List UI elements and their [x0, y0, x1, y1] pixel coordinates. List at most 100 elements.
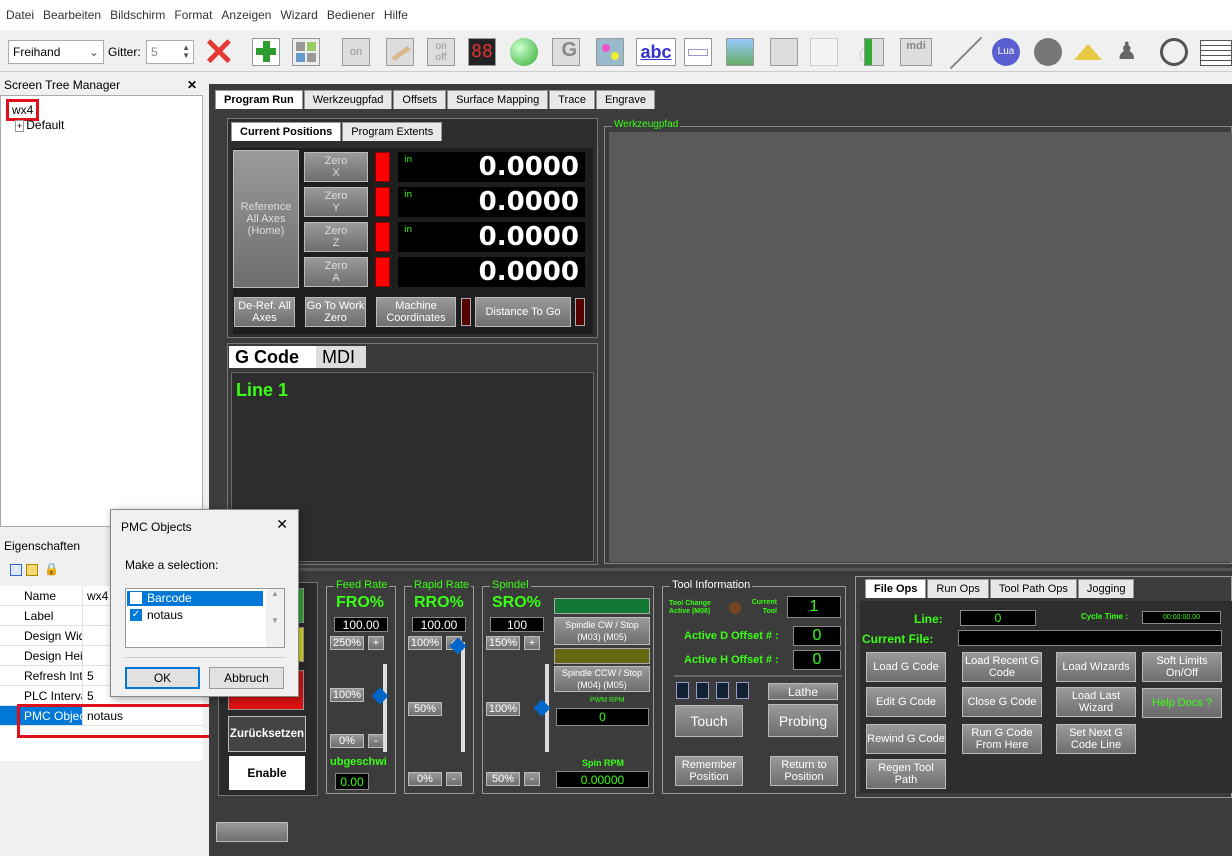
spindle-mid-button[interactable]: 100%: [486, 702, 520, 716]
tab-run-ops[interactable]: Run Ops: [927, 579, 989, 598]
textbox-icon[interactable]: [684, 38, 712, 66]
tab-file-ops[interactable]: File Ops: [865, 579, 927, 598]
lock-icon[interactable]: 🔒: [44, 562, 59, 576]
led-icon[interactable]: [510, 38, 538, 66]
menu-anzeigen[interactable]: Anzeigen: [221, 8, 271, 22]
pencil-icon[interactable]: [386, 38, 414, 66]
lathe-button[interactable]: Lathe: [768, 683, 838, 700]
deref-all-axes-button[interactable]: De-Ref. All Axes: [234, 297, 295, 327]
edit-icon[interactable]: [26, 564, 38, 576]
remember-position-button[interactable]: Remember Position: [675, 756, 743, 786]
close-icon[interactable]: ✕: [187, 78, 197, 92]
spindle-plus-button[interactable]: +: [524, 636, 540, 650]
menu-bediener[interactable]: Bediener: [327, 8, 375, 22]
checkbox-checked-icon[interactable]: ✓: [130, 609, 142, 621]
probing-button[interactable]: Probing: [768, 704, 838, 737]
list-item-notaus[interactable]: ✓ notaus: [127, 608, 263, 623]
zero-a-button[interactable]: Zero A: [304, 257, 368, 287]
tab-tool-path-ops[interactable]: Tool Path Ops: [989, 579, 1077, 598]
spindle-ccw-button[interactable]: Spindle CCW / Stop (M04) (M05): [554, 666, 650, 692]
zero-z-button[interactable]: Zero Z: [304, 222, 368, 252]
history-button[interactable]: [216, 822, 288, 842]
touch-button[interactable]: Touch: [675, 705, 743, 737]
tab-mdi[interactable]: MDI: [316, 346, 366, 368]
rapid-rate-slider-track[interactable]: [461, 642, 465, 752]
tab-program-extents[interactable]: Program Extents: [342, 122, 443, 141]
on-button-icon[interactable]: on: [342, 38, 370, 66]
ops-button-soft-limits-on-off[interactable]: Soft Limits On/Off: [1142, 652, 1222, 682]
ops-button-help-docs[interactable]: Help Docs ?: [1142, 688, 1222, 718]
user-icon[interactable]: ♟: [1116, 38, 1144, 66]
tab-program-run[interactable]: Program Run: [215, 90, 303, 109]
spindle-minus-button[interactable]: -: [524, 772, 540, 786]
tab-gcode[interactable]: G Code: [229, 346, 316, 368]
close-icon[interactable]: ✕: [276, 516, 288, 533]
mdi-icon[interactable]: mdi: [900, 38, 932, 66]
bitmap-button-icon[interactable]: [596, 38, 624, 66]
toolpath-view[interactable]: [609, 132, 1232, 562]
gauge-icon[interactable]: G: [552, 38, 580, 66]
ops-button-load-recent-g-code[interactable]: Load Recent G Code: [962, 652, 1042, 682]
spindle-max-button[interactable]: 150%: [486, 636, 520, 650]
menu-bildschirm[interactable]: Bildschirm: [110, 8, 165, 22]
rapid-rate-min-button[interactable]: 0%: [408, 772, 442, 786]
tab-trace[interactable]: Trace: [549, 90, 595, 109]
tab-werkzeugpfad[interactable]: Werkzeugpfad: [303, 90, 393, 109]
menu-wizard[interactable]: Wizard: [280, 8, 317, 22]
zero-x-button[interactable]: Zero X: [304, 152, 368, 182]
zero-y-button[interactable]: Zero Y: [304, 187, 368, 217]
machine-coordinates-button[interactable]: Machine Coordinates: [376, 297, 456, 327]
feed-rate-mid-button[interactable]: 100%: [330, 688, 364, 702]
feed-rate-min-button[interactable]: 0%: [330, 734, 364, 748]
panel-icon[interactable]: [770, 38, 798, 66]
menu-bearbeiten[interactable]: Bearbeiten: [43, 8, 101, 22]
goto-work-zero-button[interactable]: Go To Work Zero: [305, 297, 366, 327]
tab-surface-mapping[interactable]: Surface Mapping: [447, 90, 549, 109]
feed-rate-slider-track[interactable]: [383, 664, 387, 752]
ops-button-close-g-code[interactable]: Close G Code: [962, 687, 1042, 717]
reset-button[interactable]: Zurücksetzen: [228, 716, 306, 752]
tab-jogging[interactable]: Jogging: [1077, 579, 1135, 598]
reference-all-axes-button[interactable]: Reference All Axes (Home): [233, 150, 299, 288]
spindle-min-button[interactable]: 50%: [486, 772, 520, 786]
tab-engrave[interactable]: Engrave: [595, 90, 655, 109]
image-icon[interactable]: [726, 38, 754, 66]
menu-list-icon[interactable]: [1200, 40, 1232, 66]
group-icon[interactable]: [292, 38, 320, 66]
warning-icon[interactable]: [1074, 44, 1102, 60]
list-item-barcode[interactable]: Barcode: [127, 591, 263, 606]
categorized-icon[interactable]: [10, 564, 22, 576]
checkbox-unchecked-icon[interactable]: [130, 592, 142, 604]
feed-rate-minus-button[interactable]: -: [368, 734, 384, 748]
ops-button-rewind-g-code[interactable]: Rewind G Code: [866, 724, 946, 754]
delete-icon[interactable]: ✕: [203, 34, 235, 72]
timer-icon[interactable]: [1160, 38, 1188, 66]
slider-icon[interactable]: [864, 38, 884, 66]
ok-button[interactable]: OK: [125, 667, 200, 689]
ops-button-edit-g-code[interactable]: Edit G Code: [866, 687, 946, 717]
ops-button-load-wizards[interactable]: Load Wizards: [1056, 652, 1136, 682]
selection-list[interactable]: Barcode ✓ notaus ▲ ▼: [125, 588, 285, 648]
folder-icon[interactable]: [810, 38, 838, 66]
cancel-button[interactable]: Abbruch: [209, 667, 284, 689]
gear-icon[interactable]: [1034, 38, 1062, 66]
feed-rate-max-button[interactable]: 250%: [330, 636, 364, 650]
menu-datei[interactable]: Datei: [6, 8, 34, 22]
rapid-rate-minus-button[interactable]: -: [446, 772, 462, 786]
return-to-position-button[interactable]: Return to Position: [770, 756, 838, 786]
spindle-cw-button[interactable]: Spindle CW / Stop (M03) (M05): [554, 617, 650, 645]
rapid-rate-max-button[interactable]: 100%: [408, 636, 442, 650]
ops-button-load-g-code[interactable]: Load G Code: [866, 652, 946, 682]
add-screen-icon[interactable]: [252, 38, 280, 66]
tab-offsets[interactable]: Offsets: [393, 90, 447, 109]
tab-current-positions[interactable]: Current Positions: [231, 122, 342, 141]
expand-icon[interactable]: +: [15, 120, 25, 132]
draw-mode-select[interactable]: Freihand ⌄: [8, 40, 104, 64]
list-scrollbar[interactable]: ▲ ▼: [266, 589, 284, 647]
lua-script-icon[interactable]: Lua: [992, 38, 1020, 66]
text-label-icon[interactable]: abc: [636, 38, 676, 66]
ops-button-run-g-code-from-here[interactable]: Run G Code From Here: [962, 724, 1042, 754]
tree-item-default[interactable]: + Default: [15, 118, 64, 132]
rapid-rate-mid-button[interactable]: 50%: [408, 702, 442, 716]
menu-hilfe[interactable]: Hilfe: [384, 8, 408, 22]
